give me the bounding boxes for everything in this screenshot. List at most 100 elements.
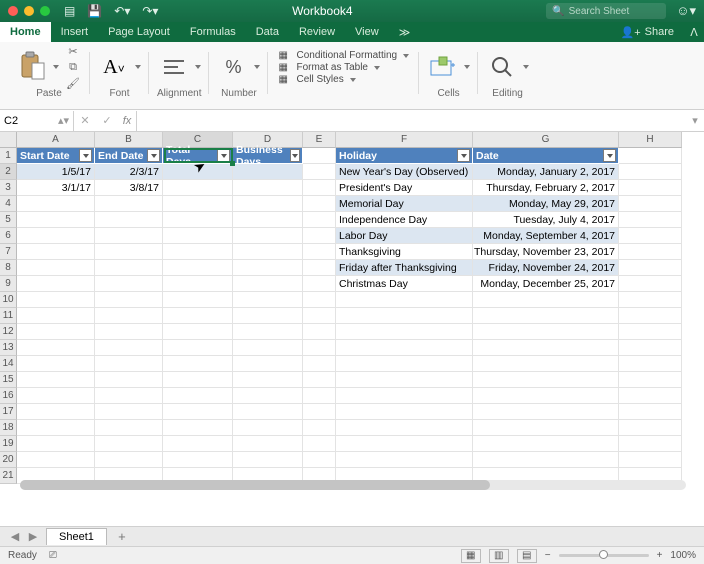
cell-D16[interactable]: [233, 388, 303, 404]
cell-A20[interactable]: [17, 452, 95, 468]
macro-record-icon[interactable]: ⎚: [49, 550, 57, 561]
col-header-E[interactable]: E: [303, 132, 336, 148]
cell-D19[interactable]: [233, 436, 303, 452]
number-button[interactable]: %: [217, 49, 249, 85]
cell-B9[interactable]: [95, 276, 163, 292]
table2-header-holiday[interactable]: Holiday: [336, 148, 473, 164]
tab-data[interactable]: Data: [246, 22, 289, 42]
cell-C15[interactable]: [163, 372, 233, 388]
table1-header-start-date[interactable]: Start Date: [17, 148, 95, 164]
cell-A10[interactable]: [17, 292, 95, 308]
cell-C4[interactable]: [163, 196, 233, 212]
row-header-10[interactable]: 10: [0, 292, 17, 308]
cell-B20[interactable]: [95, 452, 163, 468]
cell-A8[interactable]: [17, 260, 95, 276]
row-header-7[interactable]: 7: [0, 244, 17, 260]
cancel-formula-button[interactable]: ✕: [74, 111, 96, 131]
add-sheet-button[interactable]: +: [113, 529, 131, 544]
cell-G11[interactable]: [473, 308, 619, 324]
cell-E8[interactable]: [303, 260, 336, 276]
zoom-out-button[interactable]: −: [545, 550, 551, 561]
cell-E9[interactable]: [303, 276, 336, 292]
font-button[interactable]: A˅: [98, 49, 130, 85]
row-header-8[interactable]: 8: [0, 260, 17, 276]
cell-E13[interactable]: [303, 340, 336, 356]
font-dropdown-icon[interactable]: [135, 65, 141, 69]
tab-review[interactable]: Review: [289, 22, 345, 42]
paste-button[interactable]: [16, 49, 48, 85]
cell-H19[interactable]: [619, 436, 682, 452]
accept-formula-button[interactable]: ✓: [96, 111, 118, 131]
cell-A9[interactable]: [17, 276, 95, 292]
cell-G10[interactable]: [473, 292, 619, 308]
cell-B17[interactable]: [95, 404, 163, 420]
cell-C10[interactable]: [163, 292, 233, 308]
cell-C7[interactable]: [163, 244, 233, 260]
cell-E19[interactable]: [303, 436, 336, 452]
cell-A7[interactable]: [17, 244, 95, 260]
name-box[interactable]: C2▴▾: [0, 111, 74, 131]
cell-C6[interactable]: [163, 228, 233, 244]
row-header-12[interactable]: 12: [0, 324, 17, 340]
cell-A12[interactable]: [17, 324, 95, 340]
cell-C9[interactable]: [163, 276, 233, 292]
cell-E10[interactable]: [303, 292, 336, 308]
cell-D9[interactable]: [233, 276, 303, 292]
format-as-table-button[interactable]: ▦Format as Table: [274, 62, 413, 73]
cell-E2[interactable]: [303, 164, 336, 180]
cell-H6[interactable]: [619, 228, 682, 244]
save-icon[interactable]: ▤: [64, 4, 75, 18]
cell-B12[interactable]: [95, 324, 163, 340]
cell-C3[interactable]: [163, 180, 233, 196]
cell-H20[interactable]: [619, 452, 682, 468]
row-header-13[interactable]: 13: [0, 340, 17, 356]
formula-input[interactable]: [137, 111, 686, 131]
cell-G9[interactable]: Monday, December 25, 2017: [473, 276, 619, 292]
row-header-5[interactable]: 5: [0, 212, 17, 228]
row-header-17[interactable]: 17: [0, 404, 17, 420]
cell-D2[interactable]: [233, 164, 303, 180]
select-all-button[interactable]: [0, 132, 17, 148]
number-dropdown-icon[interactable]: [254, 65, 260, 69]
paste-dropdown-icon[interactable]: [53, 65, 59, 69]
cut-icon[interactable]: ✂: [64, 44, 82, 58]
alignment-dropdown-icon[interactable]: [195, 65, 201, 69]
close-window-button[interactable]: [8, 6, 18, 16]
cell-F18[interactable]: [336, 420, 473, 436]
filter-dropdown-button[interactable]: [147, 149, 160, 162]
tab-view[interactable]: View: [345, 22, 389, 42]
cell-F11[interactable]: [336, 308, 473, 324]
cell-B11[interactable]: [95, 308, 163, 324]
cell-C14[interactable]: [163, 356, 233, 372]
cell-F12[interactable]: [336, 324, 473, 340]
filter-dropdown-button[interactable]: [457, 149, 470, 162]
cell-G20[interactable]: [473, 452, 619, 468]
editing-dropdown-icon[interactable]: [523, 65, 529, 69]
cell-D20[interactable]: [233, 452, 303, 468]
cell-H13[interactable]: [619, 340, 682, 356]
cell-styles-button[interactable]: ▦Cell Styles: [274, 74, 413, 85]
filter-dropdown-button[interactable]: [79, 149, 92, 162]
cell-D4[interactable]: [233, 196, 303, 212]
cell-C19[interactable]: [163, 436, 233, 452]
format-painter-icon[interactable]: 🖌: [64, 76, 82, 90]
cell-A11[interactable]: [17, 308, 95, 324]
cell-E15[interactable]: [303, 372, 336, 388]
cell-B10[interactable]: [95, 292, 163, 308]
cell-E20[interactable]: [303, 452, 336, 468]
cell-D5[interactable]: [233, 212, 303, 228]
cell-H10[interactable]: [619, 292, 682, 308]
conditional-formatting-button[interactable]: ▦Conditional Formatting: [274, 50, 413, 61]
cell-F9[interactable]: Christmas Day: [336, 276, 473, 292]
cell-H18[interactable]: [619, 420, 682, 436]
cell-E14[interactable]: [303, 356, 336, 372]
scrollbar-thumb[interactable]: [20, 480, 490, 490]
cell-A13[interactable]: [17, 340, 95, 356]
formula-expand-button[interactable]: ▾: [686, 114, 704, 127]
cell-E6[interactable]: [303, 228, 336, 244]
row-header-16[interactable]: 16: [0, 388, 17, 404]
cell-E16[interactable]: [303, 388, 336, 404]
cell-F3[interactable]: President's Day: [336, 180, 473, 196]
cell-A19[interactable]: [17, 436, 95, 452]
cell-D14[interactable]: [233, 356, 303, 372]
